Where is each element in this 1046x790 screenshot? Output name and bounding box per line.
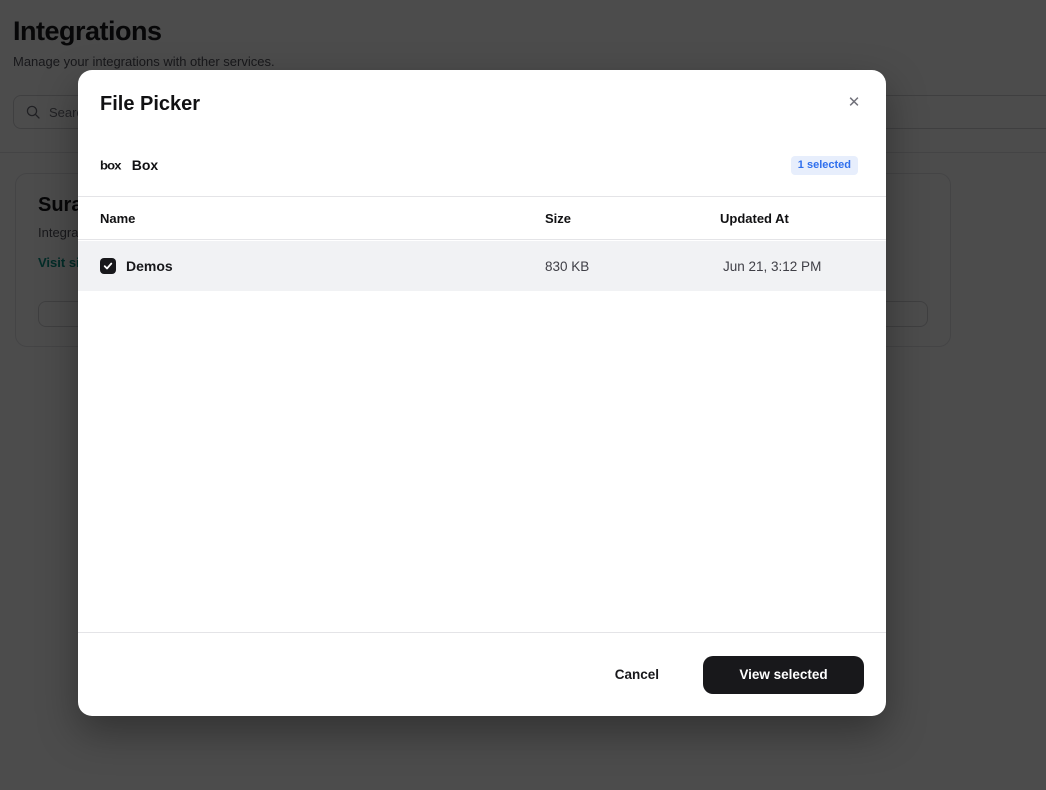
row-checkbox-checked[interactable]: [100, 258, 116, 274]
box-logo-icon: box: [100, 158, 122, 172]
checkmark-icon: [103, 262, 113, 270]
view-selected-button[interactable]: View selected: [703, 655, 864, 694]
close-icon[interactable]: ✕: [842, 90, 866, 114]
column-header-size: Size: [545, 211, 572, 226]
column-header-name: Name: [100, 211, 136, 226]
selected-count-badge: 1 selected: [790, 155, 858, 175]
file-size: 830 KB: [545, 258, 590, 274]
file-updated-at: Jun 21, 3:12 PM: [723, 258, 822, 274]
table-row[interactable]: Demos 830 KB Jun 21, 3:12 PM: [78, 241, 886, 291]
modal-title: File Picker: [100, 93, 201, 115]
column-header-updated-at: Updated At: [720, 211, 789, 226]
source-row: box Box 1 selected: [100, 151, 858, 179]
file-name: Demos: [126, 258, 173, 274]
cancel-button[interactable]: Cancel: [613, 659, 661, 690]
source-name: Box: [131, 157, 159, 173]
modal-footer: Cancel View selected: [78, 632, 886, 716]
table-header: Name Size Updated At: [78, 197, 886, 240]
file-picker-modal: File Picker ✕ box Box 1 selected Name Si…: [78, 70, 886, 716]
